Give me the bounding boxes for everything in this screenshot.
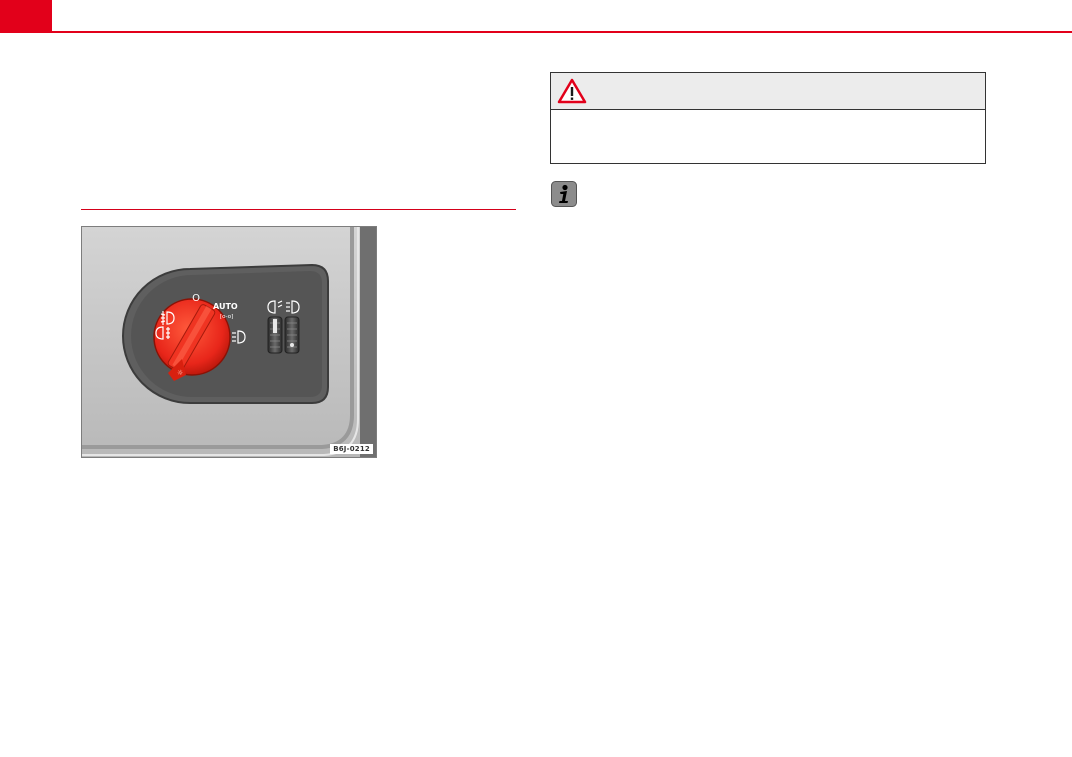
page-tab-marker (0, 0, 52, 32)
headlight-range-wheel[interactable] (267, 316, 283, 354)
warning-box (550, 72, 986, 164)
header-rule (0, 31, 1072, 33)
auto-sensor-label: [o-o] (220, 314, 233, 320)
warning-header (551, 73, 985, 110)
section-divider (81, 209, 516, 210)
figure-code: B6J-0212 (330, 444, 373, 454)
off-position-label: O (192, 293, 200, 304)
light-switch-illustration: ☼ O AUTO [o-o] (82, 227, 376, 457)
instrument-lighting-wheel[interactable] (284, 316, 300, 354)
warning-triangle-icon (557, 78, 587, 104)
light-switch-figure: ☼ O AUTO [o-o] B6J-0212 (81, 226, 377, 458)
auto-position-label: AUTO (213, 302, 238, 311)
knob-light-symbol: ☼ (177, 369, 183, 377)
info-icon (551, 181, 577, 207)
